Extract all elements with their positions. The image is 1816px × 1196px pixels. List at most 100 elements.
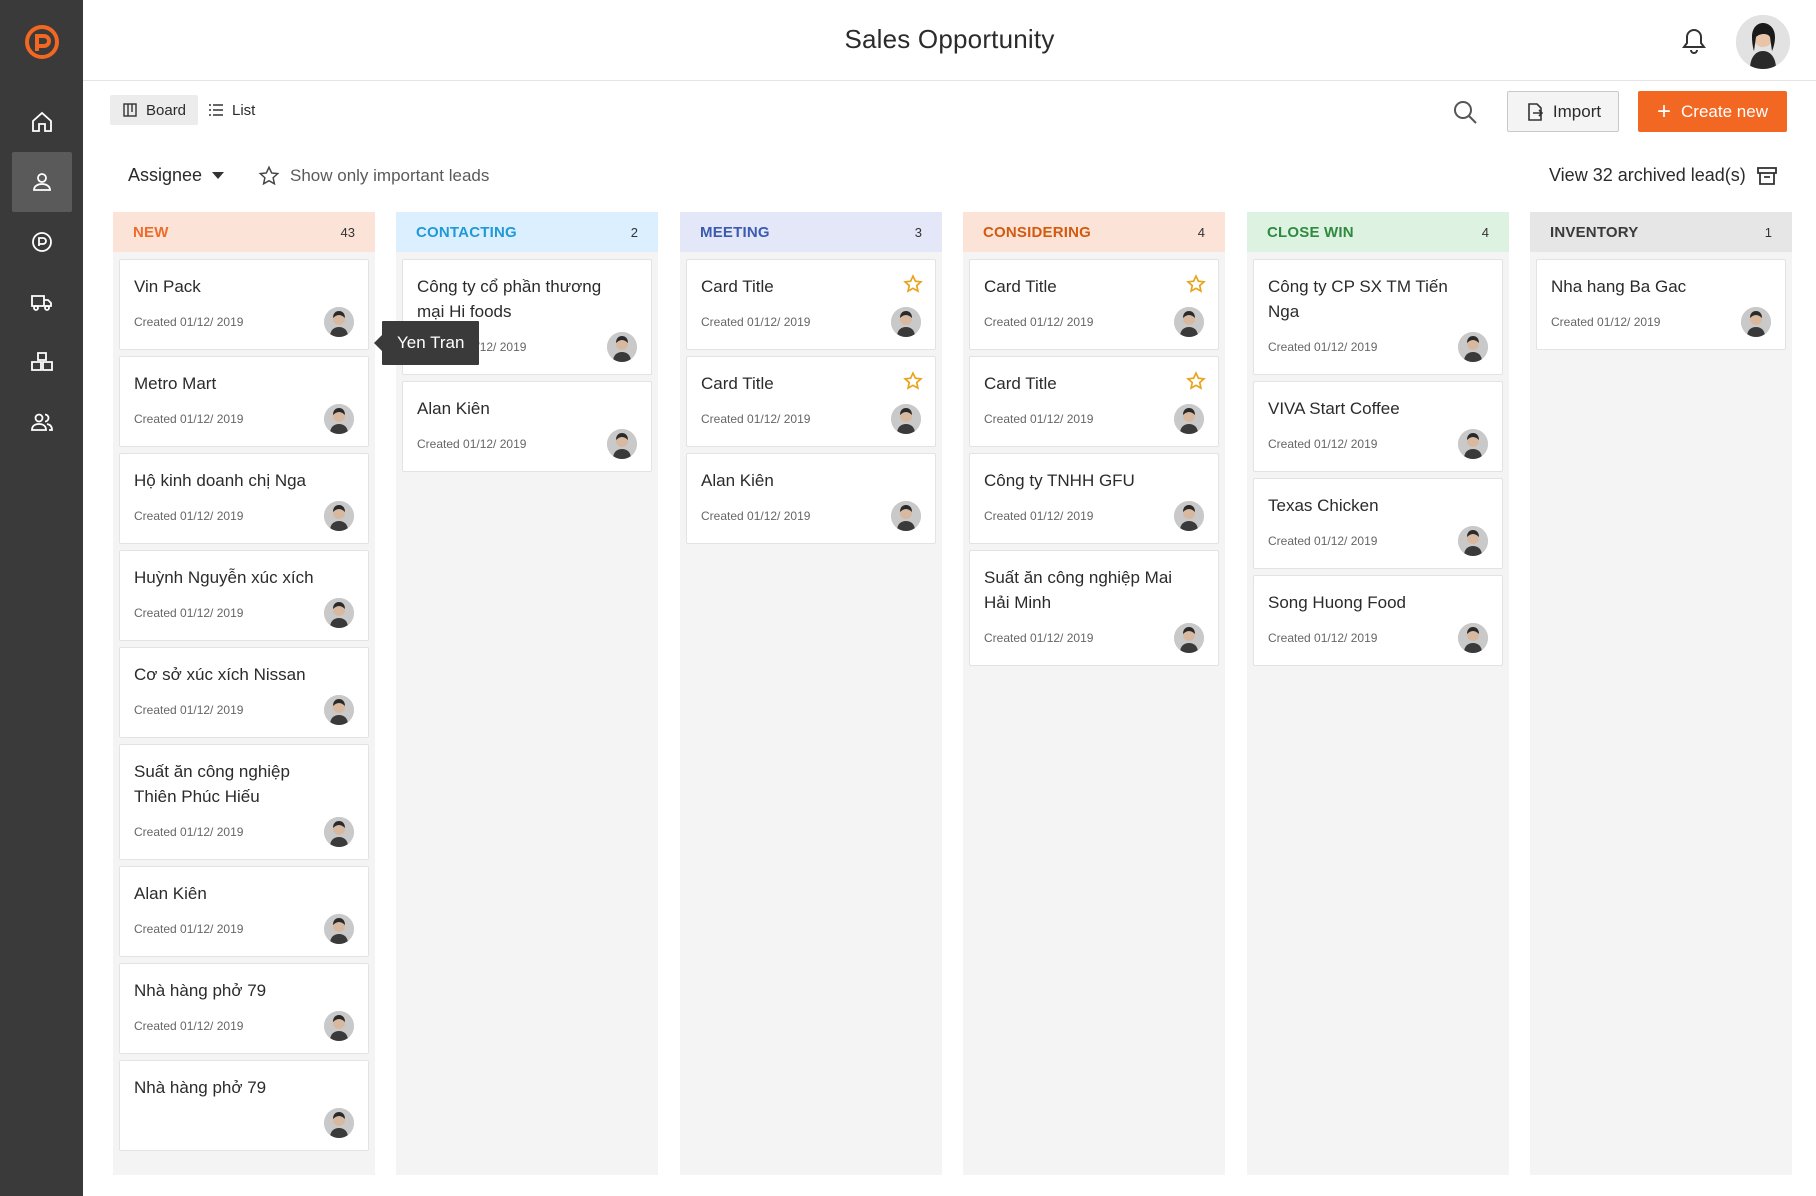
created-date: Created 01/12/ 2019 (984, 315, 1094, 329)
star-icon[interactable] (903, 274, 923, 294)
column-title: NEW (133, 223, 169, 241)
created-date: Created 01/12/ 2019 (701, 315, 811, 329)
lead-card[interactable]: Texas Chicken Created 01/12/ 2019 (1253, 478, 1503, 569)
lead-card[interactable]: Cơ sở xúc xích Nissan Created 01/12/ 2019 (119, 647, 369, 738)
assignee-avatar[interactable] (607, 332, 637, 362)
board-view-toggle[interactable]: Board (110, 95, 199, 125)
card-title: VIVA Start Coffee (1268, 399, 1400, 418)
lead-card[interactable]: Vin Pack Created 01/12/ 2019 (119, 259, 369, 350)
star-icon[interactable] (1186, 274, 1206, 294)
assignee-avatar[interactable] (324, 914, 354, 944)
assignee-avatar[interactable] (324, 1011, 354, 1041)
board-label: Board (146, 101, 187, 119)
column-count: 4 (1197, 224, 1205, 240)
assignee-avatar[interactable] (324, 404, 354, 434)
lead-card[interactable]: Alan Kiên Created 01/12/ 2019 (686, 453, 936, 544)
assignee-avatar[interactable] (891, 307, 921, 337)
chat-icon (32, 232, 52, 252)
lead-card[interactable]: Công ty TNHH GFU Created 01/12/ 2019 (969, 453, 1219, 544)
column-4: CLOSE WIN 4 Công ty CP SX TM Tiến Nga Creat… (1247, 212, 1509, 1175)
assignee-label: Assignee (128, 165, 203, 185)
lead-card[interactable]: Card Title Created 01/12/ 2019 (969, 356, 1219, 447)
top-header: Sales Opportunity (83, 0, 1816, 81)
card-title: Alan Kiên (417, 399, 490, 418)
archived-leads-link[interactable]: View 32 archived lead(s) (1549, 165, 1746, 186)
assignee-avatar[interactable] (324, 307, 354, 337)
column-header: CONSIDERING 4 (963, 212, 1225, 252)
assignee-avatar[interactable] (891, 404, 921, 434)
lead-card[interactable]: VIVA Start Coffee Created 01/12/ 2019 (1253, 381, 1503, 472)
sidebar-item-leads[interactable] (12, 152, 72, 212)
card-title: Công ty cổ phần thương mại Hi foods (417, 277, 602, 321)
lead-card[interactable]: Huỳnh Nguyễn xúc xích Created 01/12/ 2019 (119, 550, 369, 641)
lead-card[interactable]: Nhà hàng phở 79 Created 01/12/ 2019 (119, 963, 369, 1054)
assignee-avatar[interactable] (1174, 404, 1204, 434)
created-date: Created 01/12/ 2019 (134, 825, 244, 839)
star-icon[interactable] (903, 371, 923, 391)
assignee-avatar[interactable] (324, 817, 354, 847)
assignee-avatar[interactable] (891, 501, 921, 531)
board-icon (123, 103, 137, 117)
card-footer: Created 01/12/ 2019 (134, 1011, 354, 1041)
lead-card[interactable]: Card Title Created 01/12/ 2019 (686, 356, 936, 447)
card-title: Metro Mart (134, 374, 217, 393)
card-title: Suất ăn công nghiệp Thiên Phúc Hiếu (134, 762, 290, 806)
lead-card[interactable]: Nha hang Ba Gac Created 01/12/ 2019 (1536, 259, 1786, 350)
assignee-filter[interactable]: Assignee (128, 165, 225, 186)
assignee-avatar[interactable] (324, 501, 354, 531)
assignee-avatar[interactable] (324, 695, 354, 725)
assignee-avatar[interactable] (324, 1108, 354, 1138)
user-avatar[interactable] (1736, 15, 1790, 69)
lead-card[interactable]: Metro Mart Created 01/12/ 2019 (119, 356, 369, 447)
created-date: Created 01/12/ 2019 (984, 631, 1094, 645)
search-icon[interactable] (1452, 99, 1478, 125)
important-leads-toggle[interactable]: Show only important leads (258, 165, 489, 187)
column-0: NEW 43 Vin Pack Created 01/12/ 2019 Metro Ma… (113, 212, 375, 1175)
sidebar-item-inventory[interactable] (12, 332, 72, 392)
bell-icon[interactable] (1680, 26, 1708, 56)
assignee-avatar[interactable] (1174, 623, 1204, 653)
assignee-avatar[interactable] (1174, 307, 1204, 337)
card-footer: Created 01/12/ 2019 (984, 404, 1204, 434)
assignee-avatar[interactable] (1741, 307, 1771, 337)
card-title: Card Title (701, 374, 774, 393)
card-footer: Created 01/12/ 2019 (1268, 332, 1488, 362)
created-date: Created 01/12/ 2019 (1268, 631, 1378, 645)
sidebar-item-home[interactable] (12, 92, 72, 152)
card-list: Vin Pack Created 01/12/ 2019 Metro Mart Cre… (113, 252, 375, 1151)
lead-card[interactable]: Alan Kiên Created 01/12/ 2019 (119, 866, 369, 957)
create-new-button[interactable]: + Create new (1638, 91, 1787, 132)
lead-card[interactable]: Công ty CP SX TM Tiến Nga Created 01/12/ … (1253, 259, 1503, 375)
card-list: Card Title Created 01/12/ 2019 Card Title C… (680, 252, 942, 544)
assignee-avatar[interactable] (324, 598, 354, 628)
assignee-avatar[interactable] (1458, 623, 1488, 653)
created-date: Created 01/12/ 2019 (134, 1019, 244, 1033)
assignee-avatar[interactable] (1458, 526, 1488, 556)
app-logo-icon[interactable] (24, 24, 60, 60)
lead-card[interactable]: Hộ kinh doanh chị Nga Created 01/12/ 2019 (119, 453, 369, 544)
star-icon[interactable] (1186, 371, 1206, 391)
card-title: Card Title (984, 374, 1057, 393)
sidebar-item-team[interactable] (12, 392, 72, 452)
import-button[interactable]: Import (1507, 91, 1619, 132)
sidebar-item-delivery[interactable] (12, 272, 72, 332)
archive-icon[interactable] (1756, 165, 1778, 187)
card-title: Alan Kiên (701, 471, 774, 490)
lead-card[interactable]: Alan Kiên Created 01/12/ 2019 (402, 381, 652, 472)
lead-card[interactable]: Suất ăn công nghiệp Thiên Phúc Hiếu Creat… (119, 744, 369, 860)
lead-card[interactable]: Suất ăn công nghiệp Mai Hải Minh Created … (969, 550, 1219, 666)
sidebar-item-chat[interactable] (12, 212, 72, 272)
column-title: MEETING (700, 223, 770, 241)
assignee-avatar[interactable] (1174, 501, 1204, 531)
assignee-avatar[interactable] (1458, 429, 1488, 459)
star-outline-icon (258, 165, 280, 186)
lead-card[interactable]: Card Title Created 01/12/ 2019 (969, 259, 1219, 350)
list-view-toggle[interactable]: List (196, 95, 267, 125)
lead-card[interactable]: Nhà hàng phở 79 (119, 1060, 369, 1151)
column-count: 2 (630, 224, 638, 240)
assignee-avatar[interactable] (1458, 332, 1488, 362)
lead-card[interactable]: Song Huong Food Created 01/12/ 2019 (1253, 575, 1503, 666)
lead-card[interactable]: Card Title Created 01/12/ 2019 (686, 259, 936, 350)
created-date: Created 01/12/ 2019 (1268, 340, 1378, 354)
assignee-avatar[interactable] (607, 429, 637, 459)
